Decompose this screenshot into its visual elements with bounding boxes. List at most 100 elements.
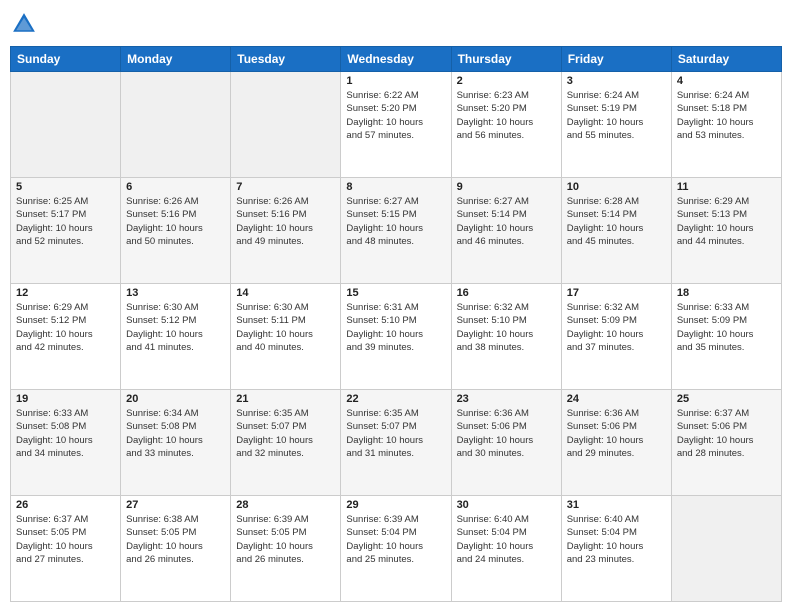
calendar-cell: 10Sunrise: 6:28 AMSunset: 5:14 PMDayligh… <box>561 178 671 284</box>
week-row-1: 5 Sunrise: 6:25 AMSunset: 5:17 PMDaylight… <box>11 178 782 284</box>
calendar-cell: 14 Sunrise: 6:30 AMSunset: 5:11 PMDayligh… <box>231 284 341 390</box>
day-header-tuesday: Tuesday <box>231 47 341 72</box>
calendar-cell <box>11 72 121 178</box>
day-info: Sunrise: 6:35 AMSunset: 5:07 PMDaylight:… <box>346 407 445 460</box>
calendar-cell: 2Sunrise: 6:23 AMSunset: 5:20 PMDaylight… <box>451 72 561 178</box>
day-number: 20 <box>126 393 225 405</box>
day-info: Sunrise: 6:40 AMSunset: 5:04 PMDaylight:… <box>567 513 666 566</box>
calendar-cell <box>121 72 231 178</box>
day-number: 11 <box>677 181 776 193</box>
day-info: Sunrise: 6:24 AMSunset: 5:18 PMDaylight:… <box>677 89 776 142</box>
day-info: Sunrise: 6:22 AMSunset: 5:20 PMDaylight:… <box>346 89 445 142</box>
day-info: Sunrise: 6:36 AMSunset: 5:06 PMDaylight:… <box>457 407 556 460</box>
calendar-cell: 28 Sunrise: 6:39 AMSunset: 5:05 PMDayligh… <box>231 496 341 602</box>
day-number: 18 <box>677 287 776 299</box>
calendar-cell: 18 Sunrise: 6:33 AMSunset: 5:09 PMDayligh… <box>671 284 781 390</box>
day-number: 5 <box>16 181 115 193</box>
day-info: Sunrise: 6:37 AMSunset: 5:05 PMDaylight:… <box>16 513 115 566</box>
day-info: Sunrise: 6:30 AMSunset: 5:12 PMDaylight:… <box>126 301 225 354</box>
calendar-cell: 13 Sunrise: 6:30 AMSunset: 5:12 PMDayligh… <box>121 284 231 390</box>
day-info: Sunrise: 6:26 AMSunset: 5:16 PMDaylight:… <box>236 195 335 248</box>
calendar-cell: 19Sunrise: 6:33 AMSunset: 5:08 PMDayligh… <box>11 390 121 496</box>
day-number: 27 <box>126 499 225 511</box>
day-number: 8 <box>346 181 445 193</box>
calendar-cell: 12Sunrise: 6:29 AMSunset: 5:12 PMDayligh… <box>11 284 121 390</box>
day-info: Sunrise: 6:32 AMSunset: 5:09 PMDaylight:… <box>567 301 666 354</box>
day-number: 17 <box>567 287 666 299</box>
day-number: 25 <box>677 393 776 405</box>
calendar-cell: 4 Sunrise: 6:24 AMSunset: 5:18 PMDaylight… <box>671 72 781 178</box>
calendar-cell: 30 Sunrise: 6:40 AMSunset: 5:04 PMDayligh… <box>451 496 561 602</box>
calendar-cell: 27 Sunrise: 6:38 AMSunset: 5:05 PMDayligh… <box>121 496 231 602</box>
day-info: Sunrise: 6:32 AMSunset: 5:10 PMDaylight:… <box>457 301 556 354</box>
calendar-cell: 25 Sunrise: 6:37 AMSunset: 5:06 PMDayligh… <box>671 390 781 496</box>
week-row-2: 12Sunrise: 6:29 AMSunset: 5:12 PMDayligh… <box>11 284 782 390</box>
calendar-cell: 15 Sunrise: 6:31 AMSunset: 5:10 PMDayligh… <box>341 284 451 390</box>
day-info: Sunrise: 6:24 AMSunset: 5:19 PMDaylight:… <box>567 89 666 142</box>
day-header-thursday: Thursday <box>451 47 561 72</box>
day-number: 15 <box>346 287 445 299</box>
calendar-cell: 23 Sunrise: 6:36 AMSunset: 5:06 PMDayligh… <box>451 390 561 496</box>
day-number: 6 <box>126 181 225 193</box>
day-header-saturday: Saturday <box>671 47 781 72</box>
day-header-sunday: Sunday <box>11 47 121 72</box>
day-info: Sunrise: 6:35 AMSunset: 5:07 PMDaylight:… <box>236 407 335 460</box>
week-row-3: 19Sunrise: 6:33 AMSunset: 5:08 PMDayligh… <box>11 390 782 496</box>
calendar-cell: 8 Sunrise: 6:27 AMSunset: 5:15 PMDaylight… <box>341 178 451 284</box>
day-number: 14 <box>236 287 335 299</box>
calendar-cell: 24 Sunrise: 6:36 AMSunset: 5:06 PMDayligh… <box>561 390 671 496</box>
day-info: Sunrise: 6:29 AMSunset: 5:12 PMDaylight:… <box>16 301 115 354</box>
day-info: Sunrise: 6:34 AMSunset: 5:08 PMDaylight:… <box>126 407 225 460</box>
calendar-cell: 21 Sunrise: 6:35 AMSunset: 5:07 PMDayligh… <box>231 390 341 496</box>
day-number: 31 <box>567 499 666 511</box>
day-info: Sunrise: 6:28 AMSunset: 5:14 PMDaylight:… <box>567 195 666 248</box>
day-info: Sunrise: 6:31 AMSunset: 5:10 PMDaylight:… <box>346 301 445 354</box>
day-number: 21 <box>236 393 335 405</box>
day-number: 3 <box>567 75 666 87</box>
day-number: 1 <box>346 75 445 87</box>
day-info: Sunrise: 6:36 AMSunset: 5:06 PMDaylight:… <box>567 407 666 460</box>
calendar-cell <box>231 72 341 178</box>
week-row-0: 1 Sunrise: 6:22 AMSunset: 5:20 PMDaylight… <box>11 72 782 178</box>
day-header-wednesday: Wednesday <box>341 47 451 72</box>
day-info: Sunrise: 6:33 AMSunset: 5:09 PMDaylight:… <box>677 301 776 354</box>
week-row-4: 26 Sunrise: 6:37 AMSunset: 5:05 PMDayligh… <box>11 496 782 602</box>
calendar-cell: 22 Sunrise: 6:35 AMSunset: 5:07 PMDayligh… <box>341 390 451 496</box>
calendar-cell: 26 Sunrise: 6:37 AMSunset: 5:05 PMDayligh… <box>11 496 121 602</box>
day-header-friday: Friday <box>561 47 671 72</box>
header <box>10 10 782 38</box>
day-info: Sunrise: 6:37 AMSunset: 5:06 PMDaylight:… <box>677 407 776 460</box>
day-number: 23 <box>457 393 556 405</box>
day-info: Sunrise: 6:39 AMSunset: 5:05 PMDaylight:… <box>236 513 335 566</box>
page: SundayMondayTuesdayWednesdayThursdayFrid… <box>0 0 792 612</box>
day-number: 30 <box>457 499 556 511</box>
day-info: Sunrise: 6:30 AMSunset: 5:11 PMDaylight:… <box>236 301 335 354</box>
calendar-cell: 7 Sunrise: 6:26 AMSunset: 5:16 PMDaylight… <box>231 178 341 284</box>
calendar-cell: 1 Sunrise: 6:22 AMSunset: 5:20 PMDaylight… <box>341 72 451 178</box>
day-number: 4 <box>677 75 776 87</box>
day-number: 19 <box>16 393 115 405</box>
calendar-cell <box>671 496 781 602</box>
day-number: 16 <box>457 287 556 299</box>
day-info: Sunrise: 6:29 AMSunset: 5:13 PMDaylight:… <box>677 195 776 248</box>
day-info: Sunrise: 6:40 AMSunset: 5:04 PMDaylight:… <box>457 513 556 566</box>
day-info: Sunrise: 6:27 AMSunset: 5:15 PMDaylight:… <box>346 195 445 248</box>
day-info: Sunrise: 6:38 AMSunset: 5:05 PMDaylight:… <box>126 513 225 566</box>
calendar-cell: 6 Sunrise: 6:26 AMSunset: 5:16 PMDaylight… <box>121 178 231 284</box>
day-info: Sunrise: 6:27 AMSunset: 5:14 PMDaylight:… <box>457 195 556 248</box>
day-info: Sunrise: 6:25 AMSunset: 5:17 PMDaylight:… <box>16 195 115 248</box>
day-info: Sunrise: 6:26 AMSunset: 5:16 PMDaylight:… <box>126 195 225 248</box>
day-number: 9 <box>457 181 556 193</box>
calendar-table: SundayMondayTuesdayWednesdayThursdayFrid… <box>10 46 782 602</box>
day-number: 28 <box>236 499 335 511</box>
header-row: SundayMondayTuesdayWednesdayThursdayFrid… <box>11 47 782 72</box>
day-number: 24 <box>567 393 666 405</box>
day-number: 2 <box>457 75 556 87</box>
day-number: 22 <box>346 393 445 405</box>
day-number: 26 <box>16 499 115 511</box>
day-info: Sunrise: 6:39 AMSunset: 5:04 PMDaylight:… <box>346 513 445 566</box>
day-number: 7 <box>236 181 335 193</box>
calendar-cell: 9 Sunrise: 6:27 AMSunset: 5:14 PMDaylight… <box>451 178 561 284</box>
calendar-cell: 20 Sunrise: 6:34 AMSunset: 5:08 PMDayligh… <box>121 390 231 496</box>
day-number: 13 <box>126 287 225 299</box>
